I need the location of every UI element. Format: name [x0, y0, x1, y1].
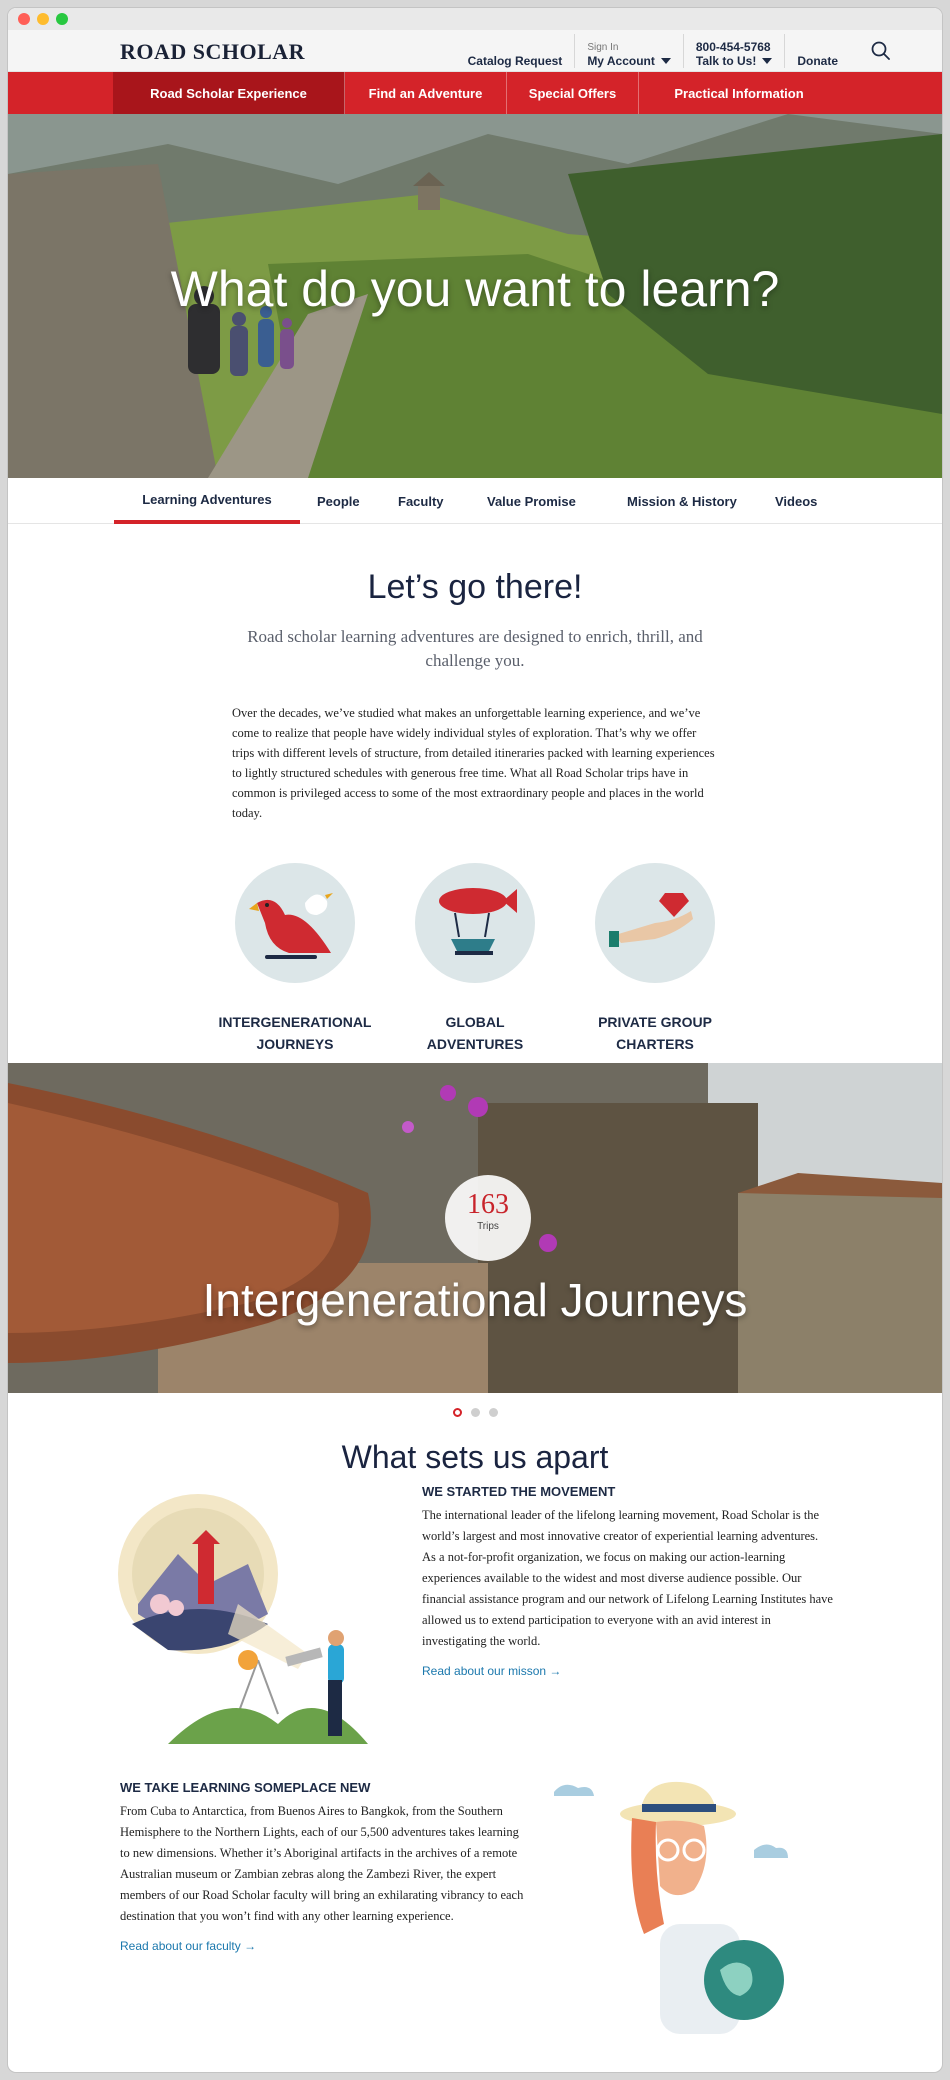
feature-global-label: GLOBAL ADVENTURES: [385, 1011, 565, 1055]
feature-intergenerational-label: INTERGENERATIONAL JOURNEYS: [205, 1011, 385, 1055]
feature-line1: GLOBAL: [445, 1014, 505, 1030]
minimize-window-button[interactable]: [37, 13, 49, 25]
feature-intergenerational[interactable]: INTERGENERATIONAL JOURNEYS: [205, 863, 385, 1055]
apart-section: WE STARTED THE MOVEMENT The internationa…: [8, 1476, 942, 2036]
intro-section: Let’s go there! Road scholar learning ad…: [8, 524, 942, 823]
features-row: INTERGENERATIONAL JOURNEYS GLOBAL ADVENT…: [8, 823, 942, 1063]
mission-link[interactable]: Read about our misson →: [422, 1664, 561, 1678]
my-account-label: My Account: [587, 54, 655, 68]
carousel-dot-1[interactable]: [452, 1407, 462, 1417]
carousel-title: Intergenerational Journeys: [202, 1274, 748, 1326]
tab-value-promise[interactable]: Value Promise: [487, 478, 576, 524]
movement-block: WE STARTED THE MOVEMENT The internationa…: [422, 1484, 834, 1680]
window-titlebar: [8, 8, 942, 30]
feature-private-group-label: PRIVATE GROUP CHARTERS: [565, 1011, 745, 1055]
donate-link[interactable]: Donate: [784, 34, 850, 68]
chevron-down-icon: [660, 58, 671, 64]
phone-number: 800-454-5768: [695, 40, 771, 54]
donate-label: Donate: [797, 54, 838, 68]
sub-nav: Learning Adventures People Faculty Value…: [8, 478, 942, 524]
talk-to-us-menu[interactable]: 800-454-5768 Talk to Us!: [682, 34, 784, 68]
learning-block: WE TAKE LEARNING SOMEPLACE NEW From Cuba…: [120, 1780, 524, 1955]
my-account-row: My Account: [587, 54, 671, 68]
nav-road-scholar-experience[interactable]: Road Scholar Experience: [113, 72, 345, 114]
main-nav: Road Scholar Experience Find an Adventur…: [8, 72, 942, 114]
trip-count-label: Trips: [477, 1221, 499, 1232]
faculty-illustration: [554, 1781, 788, 2034]
maximize-window-button[interactable]: [56, 13, 68, 25]
feature-line1: PRIVATE GROUP: [598, 1014, 712, 1030]
feature-line1: INTERGENERATIONAL: [218, 1014, 372, 1030]
intro-lead: Road scholar learning adventures are des…: [247, 627, 703, 670]
my-account-menu[interactable]: Sign In My Account: [574, 34, 683, 68]
faculty-link[interactable]: Read about our faculty →: [120, 1939, 256, 1953]
movement-heading: WE STARTED THE MOVEMENT: [422, 1484, 616, 1499]
tab-videos[interactable]: Videos: [775, 478, 817, 524]
tab-people[interactable]: People: [317, 478, 360, 524]
talk-to-us-row: Talk to Us!: [695, 54, 773, 68]
trip-count: 163: [467, 1189, 509, 1220]
close-window-button[interactable]: [18, 13, 30, 25]
carousel-dot-3[interactable]: [488, 1407, 498, 1417]
trip-count-badge: 163 Trips: [445, 1175, 531, 1261]
movement-text: The international leader of the lifelong…: [422, 1508, 833, 1648]
feature-global[interactable]: GLOBAL ADVENTURES: [385, 863, 565, 1055]
page-content: ROAD SCHOLAR Catalog Request Sign In My …: [8, 30, 942, 2072]
catalog-request-label: Catalog Request: [467, 54, 563, 68]
hero-title: What do you want to learn?: [170, 261, 780, 317]
carousel-dot-2[interactable]: [470, 1407, 480, 1417]
learning-text: From Cuba to Antarctica, from Buenos Air…: [120, 1804, 524, 1923]
carousel-slide[interactable]: 163 Trips Intergenerational Journeys: [8, 1063, 942, 1393]
telescope-illustration: [118, 1494, 368, 1744]
gem-hand-icon: [595, 863, 715, 983]
feature-private-group[interactable]: PRIVATE GROUP CHARTERS: [565, 863, 745, 1055]
site-logo[interactable]: ROAD SCHOLAR: [120, 39, 305, 65]
nav-practical-information[interactable]: Practical Information: [639, 72, 839, 114]
hero-banner: What do you want to learn?: [8, 114, 942, 478]
talk-to-us-label: Talk to Us!: [695, 54, 757, 68]
sign-in-label: Sign In: [587, 42, 619, 53]
feature-line2: JOURNEYS: [256, 1036, 334, 1052]
bird-icon: [235, 863, 355, 983]
nav-find-an-adventure[interactable]: Find an Adventure: [345, 72, 507, 114]
intro-body: Over the decades, we’ve studied what mak…: [232, 706, 715, 820]
search-icon[interactable]: [868, 38, 894, 64]
nav-special-offers[interactable]: Special Offers: [507, 72, 639, 114]
utility-nav: Catalog Request Sign In My Account 800-4…: [456, 34, 850, 68]
intro-title: Let’s go there!: [367, 568, 583, 606]
catalog-request-link[interactable]: Catalog Request: [456, 34, 575, 68]
top-bar: ROAD SCHOLAR Catalog Request Sign In My …: [8, 30, 942, 72]
tab-learning-adventures[interactable]: Learning Adventures: [114, 478, 300, 524]
tab-faculty[interactable]: Faculty: [398, 478, 444, 524]
learning-heading: WE TAKE LEARNING SOMEPLACE NEW: [120, 1780, 371, 1795]
apart-title: What sets us apart: [341, 1439, 609, 1475]
feature-line2: ADVENTURES: [426, 1036, 524, 1052]
airship-icon: [415, 863, 535, 983]
feature-line2: CHARTERS: [616, 1036, 694, 1052]
browser-window: ROAD SCHOLAR Catalog Request Sign In My …: [8, 8, 942, 2072]
chevron-down-icon: [762, 58, 773, 64]
carousel-dots: [8, 1393, 942, 1431]
tab-mission-history[interactable]: Mission & History: [627, 478, 737, 524]
